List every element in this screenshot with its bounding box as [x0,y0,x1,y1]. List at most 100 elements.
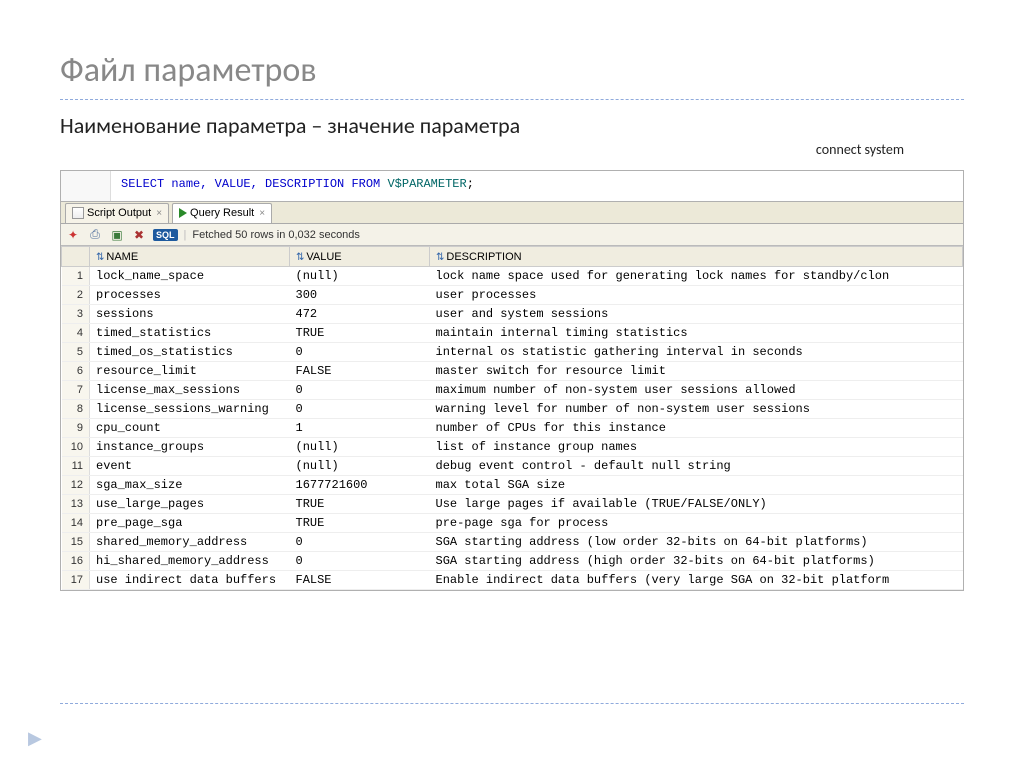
cell-value[interactable]: 0 [290,533,430,552]
page-title: Файл параметров [60,50,964,91]
cell-value[interactable]: TRUE [290,324,430,343]
cell-name[interactable]: hi_shared_memory_address [90,552,290,571]
table-row[interactable]: 16hi_shared_memory_address0SGA starting … [62,552,963,571]
col-header-description[interactable]: ⇅DESCRIPTION [430,247,963,267]
cell-name[interactable]: sessions [90,305,290,324]
cell-description[interactable]: lock name space used for generating lock… [430,267,963,286]
cell-description[interactable]: Use large pages if available (TRUE/FALSE… [430,495,963,514]
cell-name[interactable]: timed_os_statistics [90,343,290,362]
cell-name[interactable]: instance_groups [90,438,290,457]
row-number: 6 [62,362,90,381]
sql-editor[interactable]: SELECT name, VALUE, DESCRIPTION FROM V$P… [61,171,963,202]
row-number: 17 [62,571,90,590]
sort-icon: ⇅ [96,252,104,263]
cell-description[interactable]: SGA starting address (low order 32-bits … [430,533,963,552]
cell-value[interactable]: 0 [290,381,430,400]
row-number: 14 [62,514,90,533]
table-row[interactable]: 4timed_statisticsTRUEmaintain internal t… [62,324,963,343]
col-header-value[interactable]: ⇅VALUE [290,247,430,267]
cell-value[interactable]: (null) [290,457,430,476]
cell-value[interactable]: 0 [290,400,430,419]
cell-description[interactable]: user and system sessions [430,305,963,324]
cell-value[interactable]: 472 [290,305,430,324]
cell-description[interactable]: warning level for number of non-system u… [430,400,963,419]
cell-name[interactable]: license_max_sessions [90,381,290,400]
table-row[interactable]: 11event(null)debug event control - defau… [62,457,963,476]
cell-name[interactable]: event [90,457,290,476]
cell-name[interactable]: sga_max_size [90,476,290,495]
table-row[interactable]: 8license_sessions_warning0warning level … [62,400,963,419]
cell-value[interactable]: TRUE [290,514,430,533]
table-row[interactable]: 15shared_memory_address0SGA starting add… [62,533,963,552]
cell-value[interactable]: 1 [290,419,430,438]
close-icon[interactable]: × [257,208,265,219]
result-grid[interactable]: ⇅NAME ⇅VALUE ⇅DESCRIPTION 1lock_name_spa… [61,246,963,590]
cell-description[interactable]: user processes [430,286,963,305]
cell-description[interactable]: number of CPUs for this instance [430,419,963,438]
cell-value[interactable]: 0 [290,552,430,571]
sql-columns: name, VALUE, DESCRIPTION [171,177,344,191]
table-row[interactable]: 13use_large_pagesTRUEUse large pages if … [62,495,963,514]
result-toolbar: ✦ ⎙ ▣ ✖ SQL | Fetched 50 rows in 0,032 s… [61,224,963,246]
cell-value[interactable]: (null) [290,267,430,286]
cell-name[interactable]: processes [90,286,290,305]
result-grid-wrap: ⇅NAME ⇅VALUE ⇅DESCRIPTION 1lock_name_spa… [61,246,963,590]
delete-icon[interactable]: ✖ [131,227,147,243]
cell-description[interactable]: max total SGA size [430,476,963,495]
cell-value[interactable]: 300 [290,286,430,305]
cell-value[interactable]: 0 [290,343,430,362]
print-icon[interactable]: ⎙ [87,227,103,243]
sql-table: V$PARAMETER [387,177,466,191]
slide-nav-arrow[interactable]: ▶ [28,727,42,749]
cell-name[interactable]: resource_limit [90,362,290,381]
cell-value[interactable]: (null) [290,438,430,457]
table-row[interactable]: 7license_max_sessions0maximum number of … [62,381,963,400]
cell-description[interactable]: maximum number of non-system user sessio… [430,381,963,400]
cell-name[interactable]: pre_page_sga [90,514,290,533]
cell-description[interactable]: SGA starting address (high order 32-bits… [430,552,963,571]
table-row[interactable]: 2processes300user processes [62,286,963,305]
cell-description[interactable]: debug event control - default null strin… [430,457,963,476]
cell-name[interactable]: cpu_count [90,419,290,438]
close-icon[interactable]: × [154,208,162,219]
cell-name[interactable]: lock_name_space [90,267,290,286]
cell-description[interactable]: internal os statistic gathering interval… [430,343,963,362]
sql-badge[interactable]: SQL [153,229,178,241]
tab-script-output[interactable]: Script Output × [65,203,169,223]
row-number: 16 [62,552,90,571]
cell-value[interactable]: TRUE [290,495,430,514]
table-row[interactable]: 14pre_page_sgaTRUEpre-page sga for proce… [62,514,963,533]
table-row[interactable]: 17use indirect data buffersFALSEEnable i… [62,571,963,590]
cell-description[interactable]: maintain internal timing statistics [430,324,963,343]
cell-description[interactable]: list of instance group names [430,438,963,457]
tab-script-output-label: Script Output [87,207,151,219]
table-row[interactable]: 1lock_name_space(null)lock name space us… [62,267,963,286]
table-row[interactable]: 12sga_max_size1677721600max total SGA si… [62,476,963,495]
cell-description[interactable]: master switch for resource limit [430,362,963,381]
table-row[interactable]: 9cpu_count1number of CPUs for this insta… [62,419,963,438]
table-row[interactable]: 6resource_limitFALSEmaster switch for re… [62,362,963,381]
tab-query-result[interactable]: Query Result × [172,203,272,223]
cell-value[interactable]: 1677721600 [290,476,430,495]
cell-name[interactable]: shared_memory_address [90,533,290,552]
table-row[interactable]: 3sessions472user and system sessions [62,305,963,324]
cell-value[interactable]: FALSE [290,571,430,590]
pin-icon[interactable]: ✦ [65,227,81,243]
save-icon[interactable]: ▣ [109,227,125,243]
cell-name[interactable]: timed_statistics [90,324,290,343]
col-header-rownum[interactable] [62,247,90,267]
table-row[interactable]: 10instance_groups(null)list of instance … [62,438,963,457]
table-row[interactable]: 5timed_os_statistics0internal os statist… [62,343,963,362]
row-number: 10 [62,438,90,457]
cell-value[interactable]: FALSE [290,362,430,381]
cell-description[interactable]: pre-page sga for process [430,514,963,533]
cell-name[interactable]: use indirect data buffers [90,571,290,590]
row-number: 12 [62,476,90,495]
cell-description[interactable]: Enable indirect data buffers (very large… [430,571,963,590]
cell-name[interactable]: use_large_pages [90,495,290,514]
tab-query-result-label: Query Result [190,207,254,219]
col-header-value-label: VALUE [306,251,341,263]
col-header-name[interactable]: ⇅NAME [90,247,290,267]
row-number: 3 [62,305,90,324]
cell-name[interactable]: license_sessions_warning [90,400,290,419]
